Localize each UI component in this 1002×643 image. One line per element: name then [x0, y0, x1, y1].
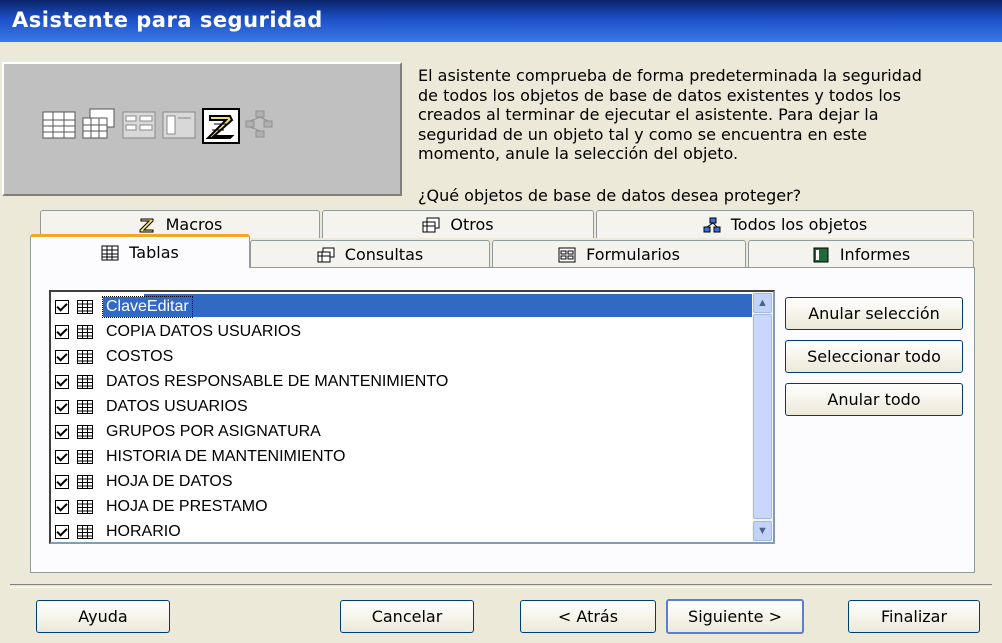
list-item-label: COSTOS	[106, 347, 174, 365]
list-item[interactable]: HORARIO	[51, 519, 751, 542]
query-icon	[317, 247, 335, 262]
item-checkbox[interactable]	[55, 324, 69, 339]
table-icon	[77, 474, 93, 489]
list-item[interactable]: HOJA DE PRESTAMO	[51, 494, 751, 519]
tab-label: Tablas	[129, 243, 179, 262]
tab-label: Todos los objetos	[730, 215, 868, 234]
table-icon	[77, 299, 93, 314]
select-all-button[interactable]: Seleccionar todo	[785, 340, 963, 373]
help-button[interactable]: Ayuda	[36, 600, 170, 633]
macro-icon	[139, 218, 154, 232]
description-line: seguridad de un objeto tal y como se enc…	[418, 124, 868, 144]
tab-todos-los-objetos[interactable]: Todos los objetos	[596, 210, 974, 238]
tab-formularios[interactable]: Formularios	[492, 240, 746, 268]
list-item-label: COPIA DATOS USUARIOS	[106, 322, 302, 340]
tab-informes[interactable]: Informes	[748, 240, 974, 268]
item-checkbox[interactable]	[55, 349, 69, 364]
scroll-thumb[interactable]	[753, 314, 772, 519]
all-objects-icon	[703, 217, 721, 232]
report-icon	[162, 111, 196, 139]
form-icon	[558, 247, 576, 262]
scroll-down-button[interactable]: ▼	[753, 521, 772, 541]
item-checkbox[interactable]	[55, 374, 69, 389]
item-checkbox[interactable]	[55, 474, 69, 489]
item-checkbox[interactable]	[55, 399, 69, 414]
tab-label: Otros	[450, 215, 494, 234]
item-checkbox[interactable]	[55, 449, 69, 464]
table-icon	[77, 524, 93, 539]
list-item[interactable]: GRUPOS POR ASIGNATURA	[51, 419, 751, 444]
table-icon	[77, 449, 93, 464]
list-item[interactable]: HOJA DE DATOS	[51, 469, 751, 494]
deselect-button[interactable]: Anular selección	[785, 297, 963, 330]
item-checkbox[interactable]	[55, 299, 69, 314]
object-preview-panel	[2, 62, 402, 196]
tab-otros[interactable]: Otros	[322, 210, 594, 238]
table-icon	[101, 245, 119, 260]
list-item-label: HOJA DE PRESTAMO	[106, 497, 268, 515]
tab-tablas[interactable]: Tablas	[30, 234, 250, 268]
tab-label: Consultas	[344, 245, 424, 264]
table-icon	[42, 111, 76, 139]
report-icon	[813, 247, 829, 262]
object-list[interactable]: ClaveEditar COPIA DATOS USUARIOS COSTOS DAT…	[49, 290, 775, 544]
back-button[interactable]: < Atrás	[520, 600, 656, 633]
list-item-label: ClaveEditar	[102, 295, 193, 318]
list-item[interactable]: COSTOS	[51, 344, 751, 369]
description-line: momento, anule la selección del objeto.	[418, 144, 739, 163]
table-icon	[77, 349, 93, 364]
footer-separator	[10, 584, 992, 588]
clear-all-button[interactable]: Anular todo	[785, 383, 963, 416]
list-item[interactable]: DATOS RESPONSABLE DE MANTENIMIENTO	[51, 369, 751, 394]
query-icon	[82, 108, 115, 139]
module-icon	[245, 110, 273, 138]
list-item-label: HOJA DE DATOS	[106, 472, 233, 490]
description-line: creados al terminar de ejecutar el asist…	[418, 105, 879, 124]
tab-label: Macros	[165, 215, 223, 234]
finish-button[interactable]: Finalizar	[848, 600, 980, 633]
list-scrollbar[interactable]: ▲ ▼	[752, 292, 773, 542]
item-checkbox[interactable]	[55, 424, 69, 439]
list-item-label: HORARIO	[106, 522, 181, 540]
macro-icon	[202, 108, 240, 144]
description-line: de todos los objetos de base de datos ex…	[418, 85, 901, 105]
list-item[interactable]: DATOS USUARIOS	[51, 394, 751, 419]
table-icon	[77, 424, 93, 439]
table-icon	[77, 374, 93, 389]
list-item-label: GRUPOS POR ASIGNATURA	[106, 422, 321, 440]
wizard-description: El asistente comprueba de forma predeter…	[418, 66, 993, 164]
scroll-up-button[interactable]: ▲	[753, 293, 772, 313]
chevron-up-icon: ▲	[757, 297, 768, 309]
list-item-label: DATOS USUARIOS	[106, 397, 248, 415]
tab-panel-tablas: ClaveEditar COPIA DATOS USUARIOS COSTOS DAT…	[30, 267, 975, 573]
table-icon	[77, 399, 93, 414]
list-item-label: HISTORIA DE MANTENIMIENTO	[106, 447, 346, 465]
cancel-button[interactable]: Cancelar	[340, 600, 474, 633]
tab-label: Informes	[839, 245, 911, 264]
window-title: Asistente para seguridad	[12, 8, 323, 32]
list-item[interactable]: HISTORIA DE MANTENIMIENTO	[51, 444, 751, 469]
tab-consultas[interactable]: Consultas	[250, 240, 490, 268]
next-button[interactable]: Siguiente >	[666, 599, 804, 634]
chevron-down-icon: ▼	[757, 525, 768, 537]
tab-label: Formularios	[586, 245, 680, 264]
table-icon	[77, 499, 93, 514]
other-icon	[422, 217, 440, 232]
list-item-label: DATOS RESPONSABLE DE MANTENIMIENTO	[106, 372, 449, 390]
list-item[interactable]: COPIA DATOS USUARIOS	[51, 319, 751, 344]
item-checkbox[interactable]	[55, 524, 69, 539]
item-checkbox[interactable]	[55, 499, 69, 514]
question-label: ¿Qué objetos de base de datos desea prot…	[418, 186, 802, 205]
description-line: El asistente comprueba de forma predeter…	[418, 66, 922, 85]
table-icon	[77, 324, 93, 339]
form-icon	[122, 111, 156, 139]
title-bar: Asistente para seguridad	[0, 0, 1002, 42]
list-item[interactable]: ClaveEditar	[51, 294, 751, 319]
